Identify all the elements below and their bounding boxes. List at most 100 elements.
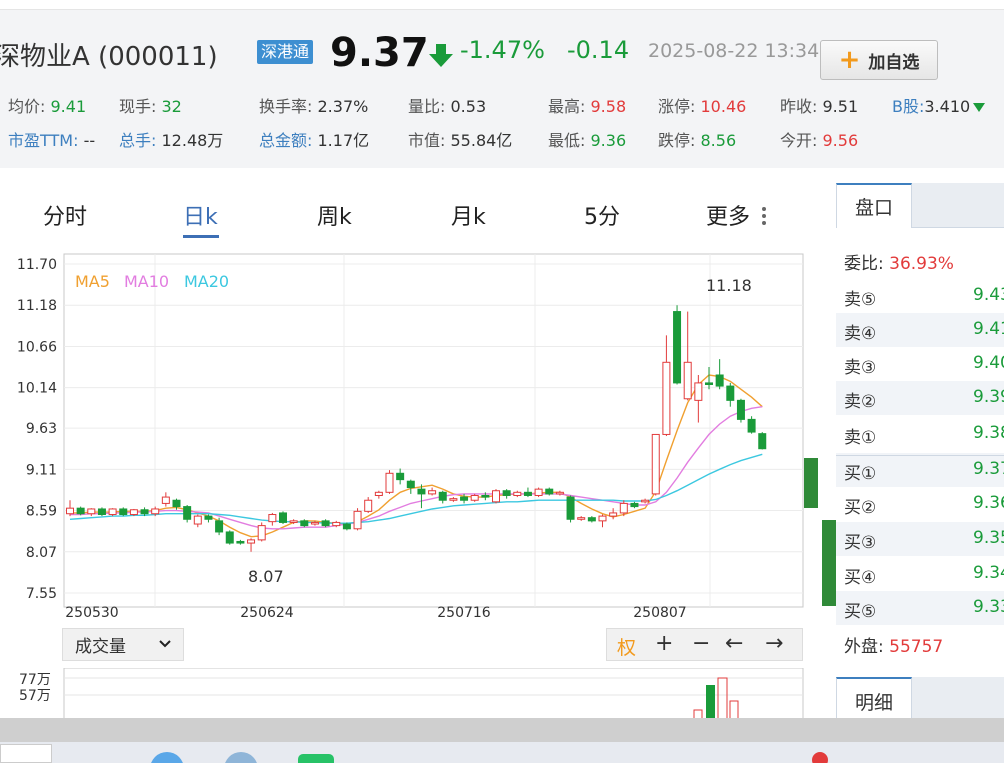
orderbook-price: 9.38	[973, 423, 1004, 443]
candle	[353, 508, 362, 531]
taskbar-app-icon-1[interactable]	[150, 752, 184, 763]
candle-body	[289, 520, 298, 523]
taskbar-app-icon-3[interactable]	[298, 754, 334, 763]
orderbook-price: 9.37	[973, 459, 1004, 479]
y-tick-label: 10.66	[17, 339, 57, 355]
candle-body	[651, 433, 660, 495]
scroll-left-button[interactable]: ←	[725, 631, 743, 656]
change-percent: -1.47%	[460, 36, 545, 64]
orderbook-divider	[836, 455, 1004, 456]
candle-body	[555, 491, 564, 495]
zoom-out-button[interactable]: −	[692, 631, 710, 656]
plot-area	[63, 253, 804, 608]
tab-monthly[interactable]: 月k	[451, 199, 486, 231]
orderbook-price: 9.39	[973, 387, 1004, 407]
add-to-watchlist-button[interactable]: + 加自选	[820, 40, 938, 80]
rights-adjust-button[interactable]: 权	[617, 633, 636, 660]
candle	[651, 433, 660, 496]
x-tick-label: 250807	[633, 605, 686, 621]
stock-name: 深物业A (000011)	[0, 42, 218, 72]
y-tick-label: 9.11	[26, 462, 57, 478]
orderbook-row[interactable]: 卖⑤ 9.43	[836, 279, 1004, 313]
candle-body	[66, 507, 74, 515]
orderbook-row[interactable]: 卖④ 9.41	[836, 313, 1004, 347]
plus-icon: +	[838, 45, 861, 75]
weibi-row: 委比: 36.93%	[844, 254, 954, 274]
stat-totalhand[interactable]: 总手: 12.48万	[119, 127, 223, 151]
candle-body	[566, 496, 575, 520]
candle-body	[673, 311, 682, 384]
tab-weekly[interactable]: 周k	[317, 199, 352, 231]
taskbar-notification-icon[interactable]	[812, 752, 828, 763]
more-dots-icon[interactable]	[762, 207, 766, 228]
tab-more[interactable]: 更多	[706, 199, 750, 231]
candle-body	[758, 433, 767, 450]
orderbook-level-label: 买③	[844, 533, 877, 553]
tab-detail[interactable]: 明细	[836, 677, 912, 723]
orderbook-level-label: 买②	[844, 498, 877, 518]
kline-chart[interactable]: 11.70 11.18 10.66 10.14 9.63 9.11 8.59 8.07 7.55…	[0, 250, 820, 625]
add-to-watchlist-label: 加自选	[868, 52, 920, 73]
stat-mktcap: 市值: 55.84亿	[408, 131, 513, 150]
candle-body	[396, 472, 405, 481]
candle-body	[129, 509, 138, 516]
candle-body	[385, 472, 394, 493]
orderbook-row[interactable]: 卖② 9.39	[836, 381, 1004, 415]
candle-body	[619, 502, 628, 514]
orderbook-row[interactable]: 买③ 9.35	[836, 522, 1004, 556]
scroll-right-button[interactable]: →	[765, 631, 783, 656]
orderbook-row[interactable]: 买⑤ 9.33	[836, 591, 1004, 625]
orderbook-row[interactable]: 买② 9.36	[836, 487, 1004, 521]
orderbook-level-label: 卖②	[844, 392, 877, 412]
candle-body	[502, 490, 511, 496]
candle-body	[108, 508, 117, 516]
taskbar-app-icon-2[interactable]	[224, 752, 258, 763]
stat-amount[interactable]: 总金额: 1.17亿	[259, 127, 369, 151]
orderbook-row[interactable]: 卖① 9.38	[836, 417, 1004, 451]
y-tick-label: 11.18	[17, 298, 57, 314]
bshare-down-icon	[973, 103, 986, 112]
volume-indicator-select[interactable]: 成交量	[62, 628, 184, 661]
candle	[566, 495, 575, 523]
candle-body	[683, 361, 692, 400]
stat-turnover: 换手率: 2.37%	[259, 97, 369, 116]
sz-hk-connect-badge[interactable]: 深港通	[257, 40, 314, 64]
stat-bshare[interactable]: B股:3.410	[892, 93, 986, 117]
stat-low: 最低: 9.36	[548, 131, 627, 150]
waipan-row: 外盘: 55757	[844, 637, 944, 657]
candle-body	[609, 512, 618, 517]
candle	[736, 398, 745, 423]
tab-pankou[interactable]: 盘口	[836, 183, 912, 228]
x-tick-label: 250624	[240, 605, 294, 621]
orderbook-level-label: 买④	[844, 568, 877, 588]
orderbook-level-label: 买①	[844, 464, 877, 484]
candle-body	[151, 508, 160, 515]
candle-body	[342, 523, 351, 530]
volume-tick-2: 57万	[19, 688, 51, 704]
orderbook-row[interactable]: 买④ 9.34	[836, 557, 1004, 591]
y-axis-ticks: 11.70 11.18 10.66 10.14 9.63 9.11 8.59 8.07 7.55	[17, 257, 57, 602]
stat-limitup: 涨停: 10.46	[658, 97, 747, 116]
candle-body	[87, 508, 96, 515]
x-tick-label: 250716	[437, 605, 491, 621]
taskbar-window[interactable]	[0, 744, 52, 763]
stat-pe[interactable]: 市盈TTM: --	[8, 127, 95, 151]
change-value: -0.14	[567, 36, 630, 64]
candle	[76, 506, 85, 516]
candle-body	[492, 490, 500, 503]
chevron-down-icon	[159, 640, 171, 648]
candle-body	[215, 520, 224, 533]
volume-chart[interactable]: 77万 57万	[0, 668, 806, 720]
candle-body	[140, 509, 149, 515]
tab-5min[interactable]: 5分	[584, 199, 620, 231]
volume-bar-2	[706, 685, 715, 720]
tab-intraday[interactable]: 分时	[43, 199, 87, 231]
candle	[673, 305, 682, 385]
candle-body	[183, 506, 192, 520]
orderbook-row[interactable]: 买① 9.37	[836, 453, 1004, 487]
orderbook-price: 9.43	[973, 285, 1004, 305]
tab-daily[interactable]: 日k	[183, 199, 218, 231]
orderbook-row[interactable]: 卖③ 9.40	[836, 347, 1004, 381]
orderbook-level-label: 卖⑤	[844, 290, 877, 310]
zoom-in-button[interactable]: +	[655, 631, 673, 656]
